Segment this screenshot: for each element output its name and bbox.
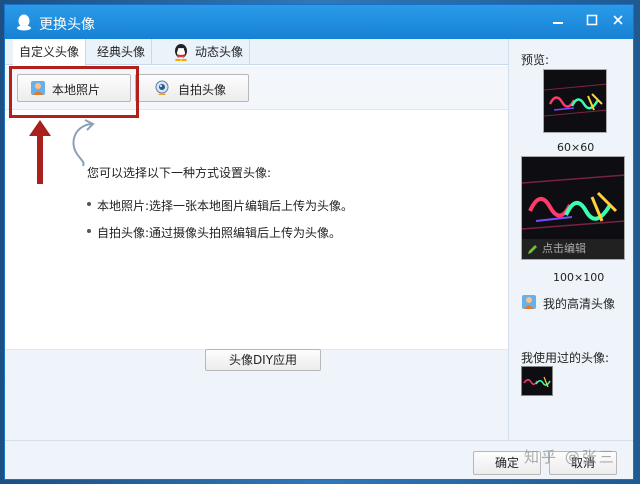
tab-label: 经典头像	[97, 45, 146, 59]
maximize-button[interactable]	[579, 11, 605, 33]
instructions: 您可以选择以下一种方式设置头像: 本地照片:选择一张本地图片编辑后上传为头像。 …	[87, 164, 353, 251]
avatar-art-image	[522, 367, 552, 395]
preview-100[interactable]: 点击编辑	[521, 156, 625, 260]
instruction-text: 自拍头像:通过摄像头拍照编辑后上传为头像。	[97, 226, 342, 240]
curved-arrow-icon	[72, 119, 95, 167]
instructions-title: 您可以选择以下一种方式设置头像:	[87, 166, 272, 180]
webcam-icon	[155, 80, 169, 95]
avatar-diy-button[interactable]: 头像DIY应用	[205, 349, 321, 371]
size-100-label: 100×100	[553, 271, 605, 284]
tab-dynamic-avatar[interactable]: 动态头像	[165, 39, 251, 65]
tab-custom-avatar[interactable]: 自定义头像	[13, 39, 87, 66]
instruction-item: 自拍头像:通过摄像头拍照编辑后上传为头像。	[87, 224, 353, 241]
minimize-icon	[553, 22, 563, 24]
tab-classic-avatar[interactable]: 经典头像	[91, 39, 153, 65]
preview-60	[543, 69, 607, 133]
watermark: 知乎 @张三	[524, 448, 616, 466]
avatar-tabs: 自定义头像 经典头像 动态头像	[5, 39, 508, 66]
bullet	[87, 229, 91, 233]
preview-label: 预览:	[521, 53, 550, 67]
selfie-button[interactable]: 自拍头像	[135, 74, 249, 102]
close-icon	[613, 15, 623, 25]
highlight-box	[9, 66, 139, 118]
selfie-label: 自拍头像	[178, 83, 227, 97]
pencil-icon	[528, 245, 537, 254]
click-edit-overlay[interactable]: 点击编辑	[522, 239, 624, 259]
used-avatars-label: 我使用过的头像:	[521, 351, 610, 365]
tab-label: 动态头像	[195, 45, 244, 59]
instruction-item: 本地照片:选择一张本地图片编辑后上传为头像。	[87, 197, 353, 214]
red-arrow-icon	[29, 120, 51, 184]
tab-label: 自定义头像	[19, 45, 80, 59]
size-60-label: 60×60	[557, 141, 595, 154]
bullet	[87, 202, 91, 206]
penguin-icon	[175, 44, 187, 61]
maximize-icon	[586, 14, 598, 26]
click-edit-label: 点击编辑	[542, 242, 586, 255]
hd-avatar-label: 我的高清头像	[543, 297, 616, 311]
avatar-art-image	[544, 70, 606, 132]
change-avatar-window: 更换头像 自定义头像 经典头像 动态头像 本地照片 自拍头像 您可以选择以下一种…	[4, 4, 634, 480]
preview-sidebar: 预览: 60×60 点击编辑 100×100 我的高清头像 我使用过的头像:	[508, 39, 633, 440]
instruction-text: 本地照片:选择一张本地图片编辑后上传为头像。	[97, 199, 354, 213]
title-bar[interactable]: 更换头像	[5, 5, 633, 39]
window-title: 更换头像	[39, 17, 95, 33]
qq-penguin-icon	[17, 14, 31, 31]
close-button[interactable]	[605, 11, 631, 33]
user-photo-icon	[522, 295, 536, 309]
minimize-button[interactable]	[545, 11, 571, 33]
used-avatar-thumb[interactable]	[521, 366, 553, 396]
main-panel: 本地照片 自拍头像 您可以选择以下一种方式设置头像: 本地照片:选择一张本地图片…	[5, 66, 508, 440]
